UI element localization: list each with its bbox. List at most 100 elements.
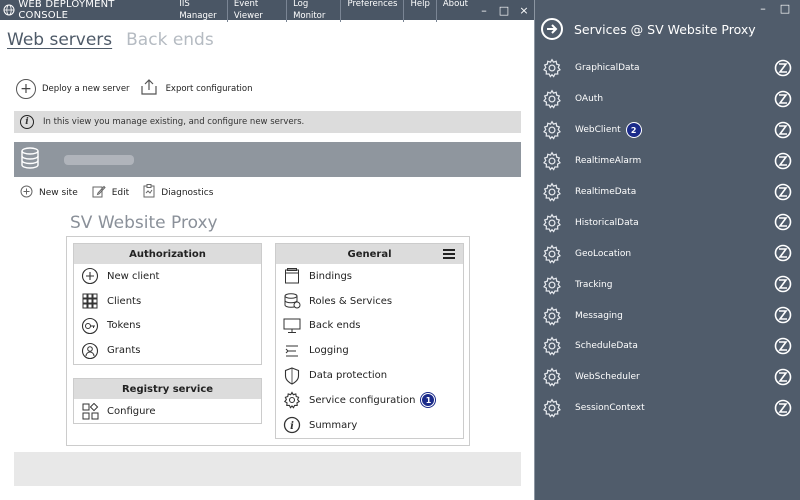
service-row[interactable]: WebClient 2 bbox=[535, 115, 800, 146]
menu-help[interactable]: Help bbox=[403, 0, 435, 22]
flyout-minimize-button[interactable]: – bbox=[752, 2, 774, 15]
roles-services-label: Roles & Services bbox=[309, 295, 393, 307]
data-protection-item[interactable]: Data protection bbox=[276, 363, 463, 388]
tokens-label: Tokens bbox=[107, 320, 141, 332]
svg-text:i: i bbox=[290, 421, 294, 432]
deploy-server-button[interactable]: Deploy a new server bbox=[42, 84, 130, 94]
grants-label: Grants bbox=[107, 345, 141, 357]
menu-iis-manager[interactable]: IIS Manager bbox=[173, 0, 227, 22]
configure-item[interactable]: Configure bbox=[74, 399, 261, 424]
deploy-zone-icon[interactable] bbox=[774, 90, 792, 108]
new-site-label: New site bbox=[39, 187, 78, 198]
main-window: WEB DEPLOYMENT CONSOLE IIS Manager Event… bbox=[0, 0, 535, 500]
gear-icon[interactable] bbox=[542, 182, 562, 202]
export-icon[interactable] bbox=[140, 78, 158, 99]
edit-button[interactable]: Edit bbox=[92, 185, 129, 201]
deploy-zone-icon[interactable] bbox=[774, 306, 792, 324]
logging-item[interactable]: Logging bbox=[276, 338, 463, 363]
logging-icon bbox=[282, 342, 302, 360]
gear-icon[interactable] bbox=[542, 120, 562, 140]
info-icon: i bbox=[20, 115, 34, 129]
view-tabs: Web servers Back ends bbox=[7, 30, 214, 50]
service-label: SessionContext bbox=[575, 403, 645, 414]
diagnostics-button[interactable]: Diagnostics bbox=[143, 184, 213, 201]
clients-item[interactable]: Clients bbox=[74, 289, 261, 314]
service-configuration-label: Service configuration bbox=[309, 394, 416, 406]
export-configuration-button[interactable]: Export configuration bbox=[166, 84, 253, 94]
deploy-zone-icon[interactable] bbox=[774, 244, 792, 262]
title-bar: WEB DEPLOYMENT CONSOLE IIS Manager Event… bbox=[0, 0, 534, 22]
gear-icon[interactable] bbox=[542, 213, 562, 233]
menu-log-monitor[interactable]: Log Monitor bbox=[286, 0, 340, 22]
tab-back-ends[interactable]: Back ends bbox=[126, 30, 214, 50]
deploy-zone-icon[interactable] bbox=[774, 337, 792, 355]
globe-icon bbox=[0, 4, 18, 16]
deploy-zone-icon[interactable] bbox=[774, 399, 792, 417]
roles-services-item[interactable]: Roles & Services bbox=[276, 289, 463, 314]
menu-about[interactable]: About bbox=[435, 0, 474, 22]
minimize-button[interactable]: – bbox=[474, 4, 494, 17]
tokens-item[interactable]: Tokens bbox=[74, 314, 261, 339]
service-row[interactable]: ScheduleData bbox=[535, 331, 800, 362]
gear-icon[interactable] bbox=[542, 336, 562, 357]
bottom-area bbox=[14, 452, 521, 486]
service-row[interactable]: HistoricalData bbox=[535, 207, 800, 238]
service-label: GraphicalData bbox=[575, 63, 640, 74]
authorization-header: Authorization bbox=[74, 244, 261, 264]
plus-circle-icon bbox=[80, 267, 100, 285]
service-row[interactable]: Messaging bbox=[535, 300, 800, 331]
flyout-maximize-button[interactable]: □ bbox=[774, 2, 796, 15]
hamburger-menu-icon[interactable] bbox=[443, 249, 455, 261]
service-row[interactable]: GraphicalData bbox=[535, 53, 800, 84]
back-ends-item[interactable]: Back ends bbox=[276, 314, 463, 339]
deploy-zone-icon[interactable] bbox=[774, 183, 792, 201]
deploy-zone-icon[interactable] bbox=[774, 213, 792, 231]
deploy-zone-icon[interactable] bbox=[774, 275, 792, 293]
gear-icon[interactable] bbox=[542, 306, 562, 326]
deploy-zone-icon[interactable] bbox=[774, 121, 792, 139]
service-row[interactable]: Tracking bbox=[535, 269, 800, 300]
summary-label: Summary bbox=[309, 419, 358, 431]
deploy-zone-icon[interactable] bbox=[774, 59, 792, 77]
service-row[interactable]: GeoLocation bbox=[535, 238, 800, 269]
plus-circle-icon bbox=[20, 185, 33, 201]
gear-icon[interactable] bbox=[542, 398, 562, 418]
menu-preferences[interactable]: Preferences bbox=[340, 0, 403, 22]
service-row[interactable]: OAuth bbox=[535, 84, 800, 115]
gear-icon[interactable] bbox=[542, 151, 562, 171]
grid-icon bbox=[80, 292, 100, 310]
tab-web-servers[interactable]: Web servers bbox=[7, 30, 112, 50]
gear-icon[interactable] bbox=[542, 275, 562, 295]
service-label: GeoLocation bbox=[575, 248, 632, 259]
service-configuration-item[interactable]: Service configuration 1 bbox=[276, 388, 463, 413]
authorization-panel: Authorization New client Clients Tokens bbox=[73, 243, 262, 365]
edit-icon bbox=[92, 185, 106, 201]
service-row[interactable]: WebScheduler bbox=[535, 362, 800, 393]
shield-icon bbox=[282, 366, 302, 385]
gear-icon[interactable] bbox=[542, 367, 562, 387]
bindings-item[interactable]: Bindings bbox=[276, 264, 463, 289]
token-icon bbox=[80, 317, 100, 335]
server-row[interactable] bbox=[14, 142, 521, 177]
deploy-zone-icon[interactable] bbox=[774, 152, 792, 170]
service-row[interactable]: RealtimeData bbox=[535, 177, 800, 208]
service-row[interactable]: RealtimeAlarm bbox=[535, 146, 800, 177]
data-protection-label: Data protection bbox=[309, 370, 388, 382]
plus-circle-icon[interactable]: + bbox=[16, 78, 36, 99]
gear-icon[interactable] bbox=[542, 58, 562, 79]
gear-icon[interactable] bbox=[542, 89, 562, 109]
grants-item[interactable]: Grants bbox=[74, 338, 261, 363]
maximize-button[interactable]: □ bbox=[494, 4, 514, 17]
arrow-right-icon[interactable] bbox=[541, 18, 563, 40]
close-button[interactable]: × bbox=[514, 4, 534, 17]
menu-event-viewer[interactable]: Event Viewer bbox=[226, 0, 286, 22]
new-site-button[interactable]: New site bbox=[20, 185, 78, 201]
deploy-zone-icon[interactable] bbox=[774, 368, 792, 386]
new-client-item[interactable]: New client bbox=[74, 264, 261, 289]
summary-item[interactable]: i Summary bbox=[276, 413, 463, 438]
site-actions: New site Edit Diagnostics bbox=[20, 184, 213, 201]
service-label: RealtimeAlarm bbox=[575, 156, 642, 167]
step-badge-1: 1 bbox=[421, 393, 436, 408]
gear-icon[interactable] bbox=[542, 244, 562, 264]
service-row[interactable]: SessionContext bbox=[535, 393, 800, 424]
